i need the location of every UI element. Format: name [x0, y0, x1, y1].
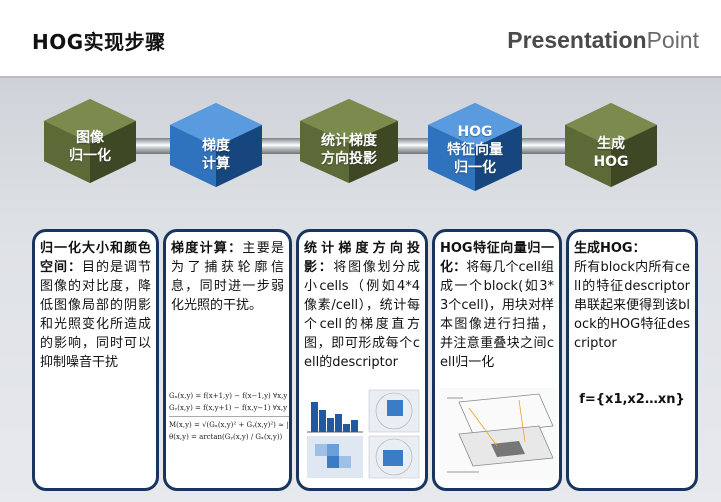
step-label-line: 生成: [597, 136, 625, 152]
step-label-line: HOG: [593, 154, 629, 170]
block-scan-illustration: [439, 388, 557, 480]
card-gradient: 梯度计算：主要是为了捕获轮廓信息，同时进一步弱化光照的干扰。 Gₓ(x,y) =…: [163, 229, 292, 491]
step-label-line: 方向投影: [321, 151, 377, 167]
brand-logo: PresentationPoint: [507, 27, 699, 54]
card-orientation-binning: 统计梯度方向投影：将图像划分成小cells（例如4*4像素/cell），统计每个…: [296, 229, 428, 491]
step-label-line: 梯度: [202, 138, 230, 154]
band-divider: [0, 76, 721, 78]
step-label-line: 归一化: [454, 160, 496, 176]
card-text: 统计梯度方向投影：将图像划分成小cells（例如4*4像素/cell），统计每个…: [304, 239, 420, 372]
step-label: 图像 归一化: [40, 129, 140, 165]
step-label-line: 计算: [202, 156, 230, 172]
formula-line: θ(x,y) = arctan(Gᵧ(x,y) / Gₓ(x,y)): [169, 433, 283, 441]
card-body: 目的是调节图像的对比度，降低图像局部的阴影和光照变化所造成的影响，同时可以抑制噪…: [40, 260, 151, 370]
card-heading: 生成HOG：: [574, 241, 646, 256]
card-generate-hog: 生成HOG： 所有block内所有cell的特征descriptor串联起来便得到…: [566, 229, 698, 491]
slide-title: HOG实现步骤: [32, 30, 166, 54]
histogram-illustration: [303, 388, 423, 480]
step-label-line: 特征向量: [447, 142, 503, 158]
step-label-line: 图像: [76, 130, 104, 146]
card-body: 将图像划分成小cells（例如4*4像素/cell），统计每个cell的梯度直方…: [304, 260, 420, 370]
brand-text-presentation: Presentation: [507, 27, 647, 53]
formula-line: M(x,y) = √(Gₓ(x,y)² + Gᵧ(x,y)²) ≈ |Gₓ(x,…: [169, 416, 289, 431]
brand-text-point: Point: [646, 27, 699, 53]
card-text: 归一化大小和颜色空间：目的是调节图像的对比度，降低图像局部的阴影和光照变化所造成…: [40, 239, 151, 372]
card-heading: 梯度计算：: [171, 241, 243, 256]
card-text: 生成HOG： 所有block内所有cell的特征descriptor串联起来便得到…: [574, 239, 690, 353]
step-label: 统计梯度 方向投影: [296, 132, 402, 168]
formula-line: Gᵧ(x,y) = f(x,y+1) − f(x,y−1) ∀x,y: [169, 404, 288, 412]
card-body: 所有block内所有cell的特征descriptor串联起来便得到该block…: [574, 260, 690, 351]
step-cube-generate-hog: 生成 HOG: [561, 101, 661, 189]
step-cube-orientation-binning: 统计梯度 方向投影: [296, 97, 402, 185]
step-cube-gradient: 梯度 计算: [166, 101, 266, 189]
card-text: 梯度计算：主要是为了捕获轮廓信息，同时进一步弱化光照的干扰。: [171, 239, 284, 315]
step-cube-block-normalization: HOG 特征向量 归一化: [424, 101, 526, 193]
feature-vector-formula: f={x1,x2…xn}: [579, 392, 685, 407]
step-label: HOG 特征向量 归一化: [424, 123, 526, 177]
formula-line: Gₓ(x,y) = f(x+1,y) − f(x−1,y) ∀x,y: [169, 392, 288, 400]
step-label-line: 归一化: [69, 148, 111, 164]
card-normalization: 归一化大小和颜色空间：目的是调节图像的对比度，降低图像局部的阴影和光照变化所造成…: [32, 229, 159, 491]
step-label: 梯度 计算: [166, 137, 266, 173]
step-label-line: 统计梯度: [321, 133, 377, 149]
step-label-line: HOG: [457, 124, 493, 140]
step-label: 生成 HOG: [561, 135, 661, 171]
card-text: HOG特征向量归一化：将每几个cell组成一个block(如3*3个cell)，…: [440, 239, 554, 372]
step-cube-image-normalization: 图像 归一化: [40, 97, 140, 185]
card-block-normalization: HOG特征向量归一化：将每几个cell组成一个block(如3*3个cell)，…: [432, 229, 562, 491]
slide-header: HOG实现步骤 PresentationPoint: [0, 0, 721, 76]
gradient-formula-image: Gₓ(x,y) = f(x+1,y) − f(x−1,y) ∀x,y Gᵧ(x,…: [169, 390, 289, 476]
card-body: 将每几个cell组成一个block(如3*3个cell)，用块对样本图像进行扫描…: [440, 260, 554, 370]
